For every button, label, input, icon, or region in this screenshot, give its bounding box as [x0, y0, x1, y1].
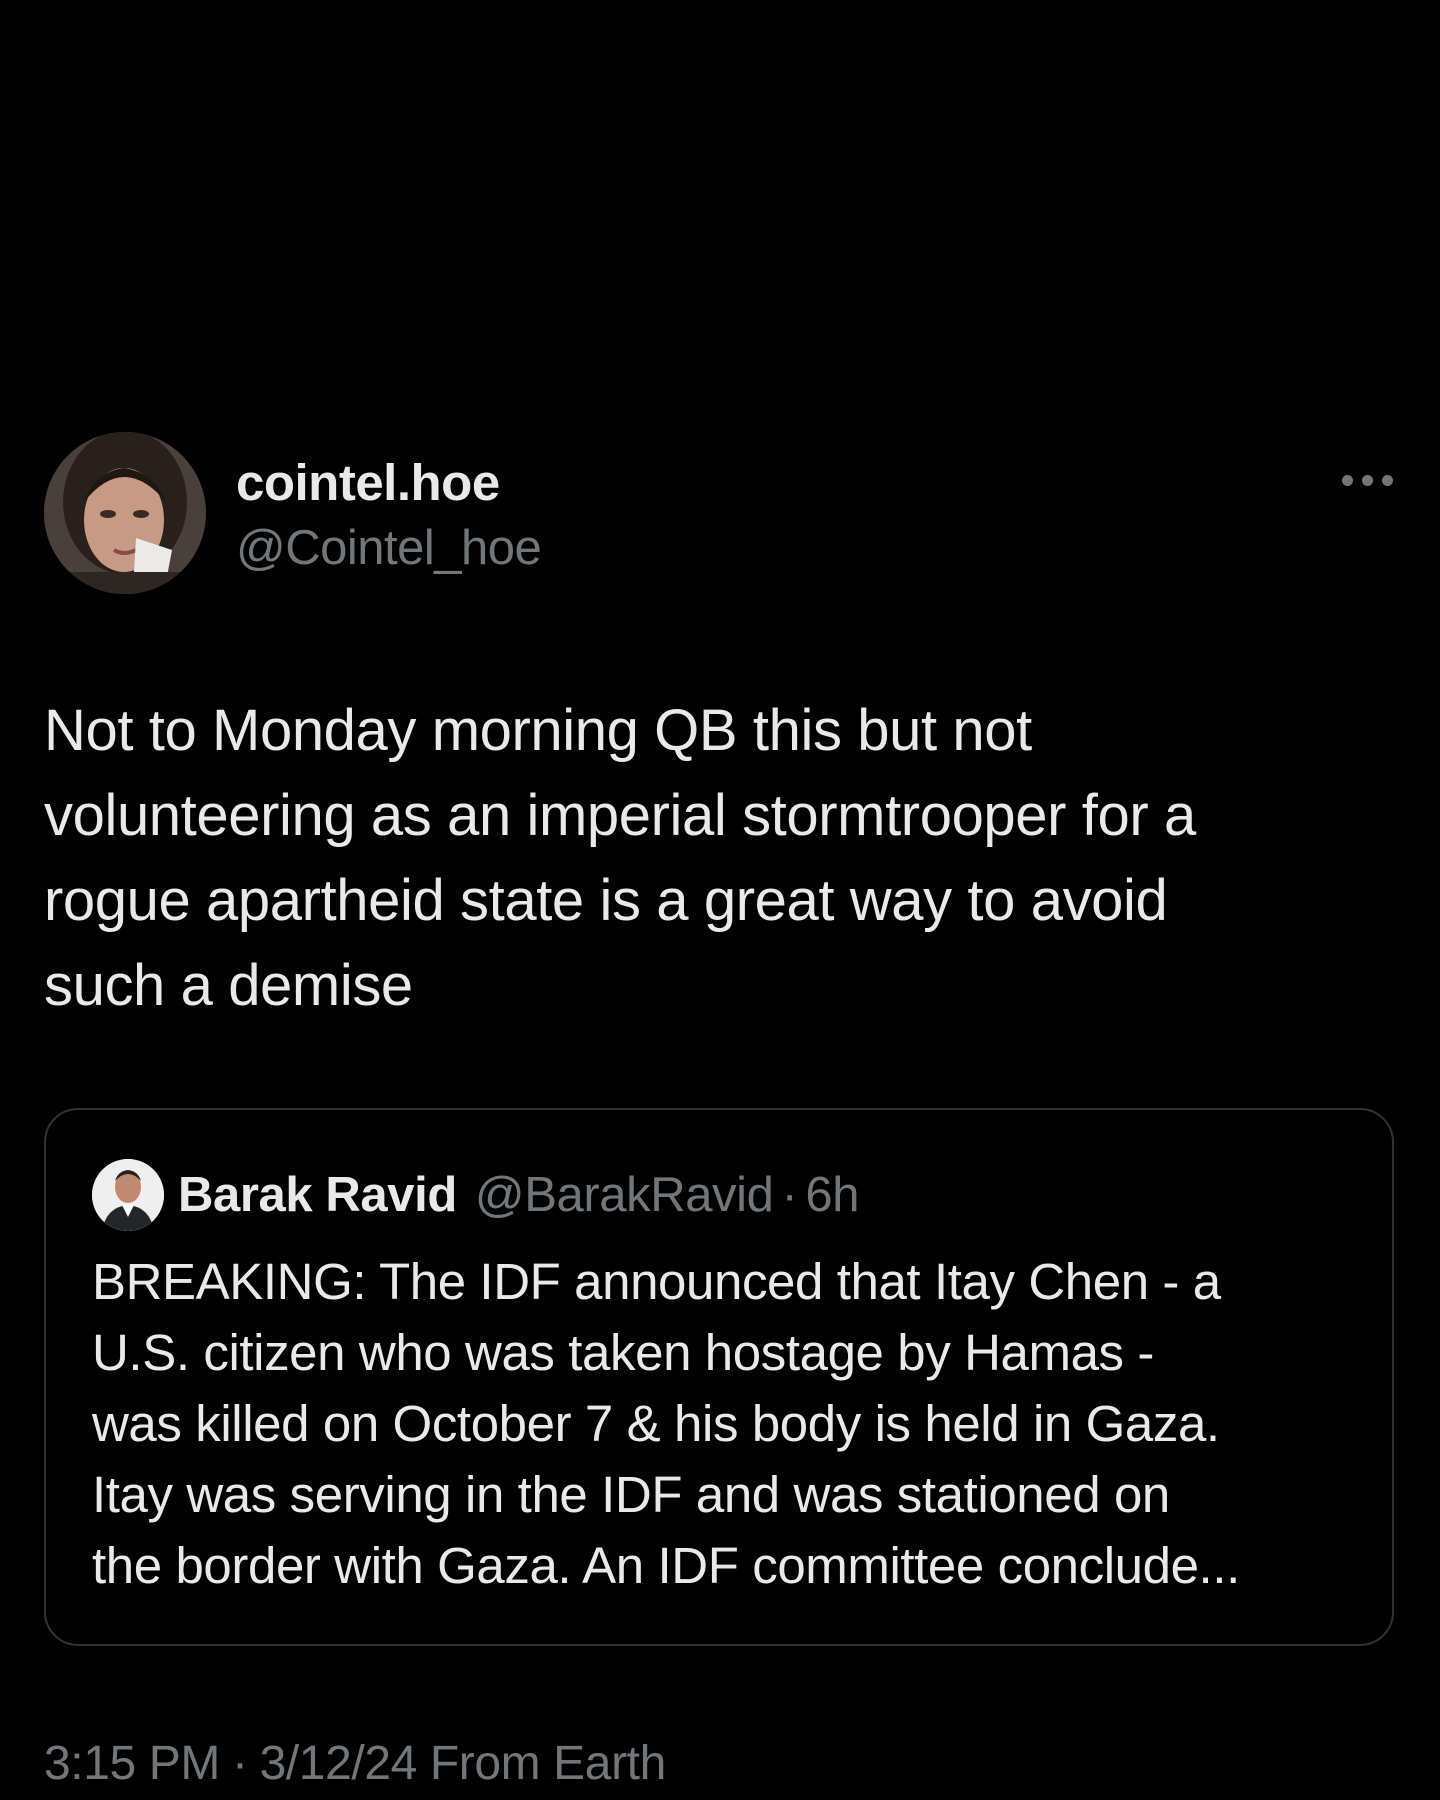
- quoted-author-avatar[interactable]: [92, 1159, 164, 1231]
- more-dot: [1362, 475, 1373, 486]
- tweet-text: Not to Monday morning QB this but not vo…: [44, 698, 1196, 1018]
- quoted-author-avatar-image: [92, 1159, 164, 1231]
- more-options-icon[interactable]: [1340, 468, 1396, 492]
- author-handle[interactable]: @Cointel_hoe: [236, 518, 542, 578]
- tweet-source: From Earth: [429, 1737, 666, 1790]
- quoted-tweet-card[interactable]: Barak Ravid @BarakRavid · 6h BREAKING: T…: [44, 1108, 1394, 1646]
- tweet-header: cointel.hoe @Cointel_hoe: [44, 432, 1396, 596]
- quoted-author-handle[interactable]: @BarakRavid: [475, 1167, 774, 1223]
- quoted-tweet-header: Barak Ravid @BarakRavid · 6h: [92, 1156, 860, 1234]
- quoted-separator: ·: [781, 1168, 798, 1222]
- author-avatar[interactable]: [44, 432, 206, 594]
- author-display-name[interactable]: cointel.hoe: [236, 454, 541, 512]
- quoted-author-name[interactable]: Barak Ravid: [178, 1167, 457, 1223]
- tweet: cointel.hoe @Cointel_hoe Not to Monday m…: [0, 0, 1440, 1800]
- meta-separator: ·: [231, 1737, 248, 1790]
- author-avatar-image: [44, 432, 206, 594]
- author-names: cointel.hoe @Cointel_hoe: [236, 454, 542, 578]
- tweet-time[interactable]: 3:15 PM: [44, 1737, 220, 1790]
- quoted-tweet-text: BREAKING: The IDF announced that Itay Ch…: [92, 1253, 1240, 1594]
- quoted-time[interactable]: 6h: [805, 1167, 859, 1223]
- more-dot: [1382, 475, 1393, 486]
- tweet-meta: 3:15 PM · 3/12/24 From Earth: [44, 1734, 666, 1794]
- more-dot: [1342, 475, 1353, 486]
- tweet-date[interactable]: 3/12/24: [260, 1737, 418, 1790]
